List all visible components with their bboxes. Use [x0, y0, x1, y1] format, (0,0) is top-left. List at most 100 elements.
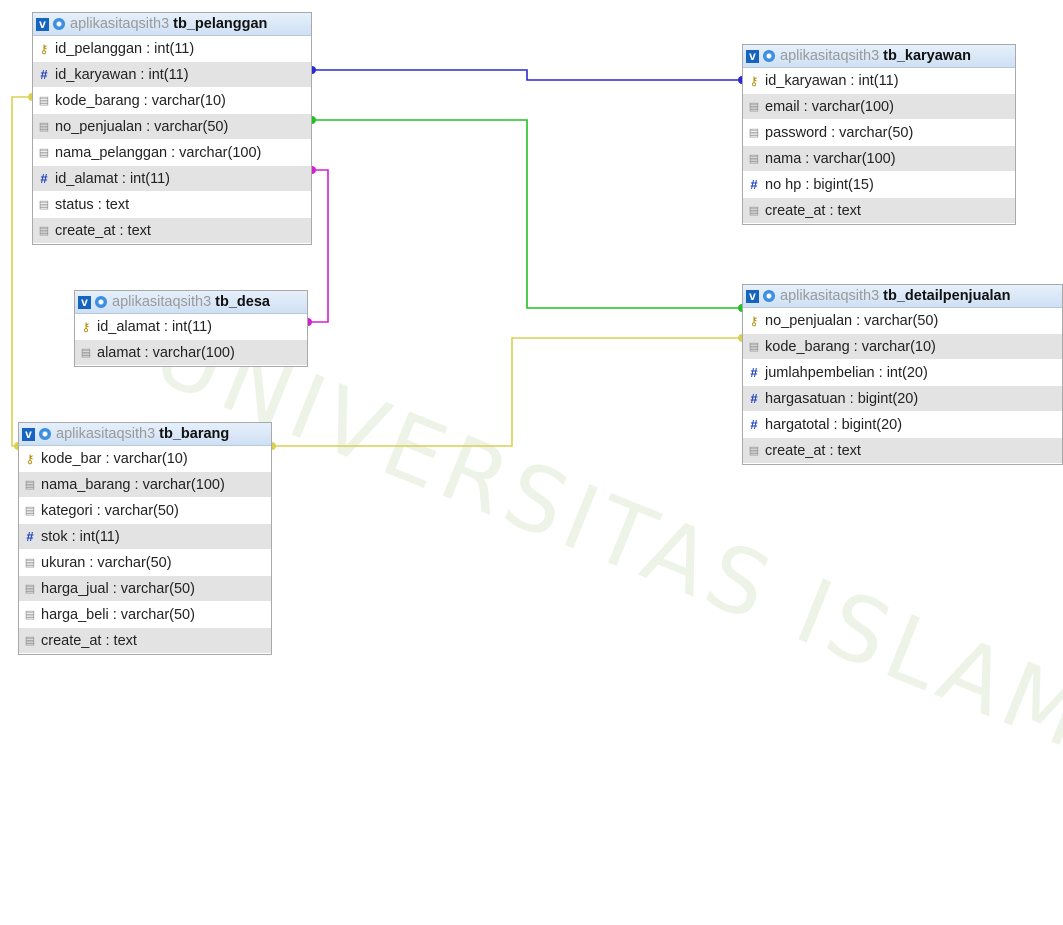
field-label: nama_barang : varchar(100) [41, 476, 225, 493]
collapse-toggle-icon[interactable]: v [22, 427, 35, 441]
text-field-icon: ▤ [38, 225, 50, 237]
table-name: tb_pelanggan [173, 16, 268, 32]
field-label: id_karyawan : int(11) [55, 66, 189, 83]
gear-icon[interactable] [95, 296, 107, 308]
field-label: id_alamat : int(11) [55, 170, 170, 187]
numeric-field-icon: # [750, 417, 758, 432]
field-label: harga_jual : varchar(50) [41, 580, 195, 597]
field-row[interactable]: ⚷ id_alamat : int(11) [75, 314, 307, 340]
field-row[interactable]: ▤ create_at : text [33, 218, 311, 244]
gear-icon[interactable] [53, 18, 65, 30]
field-row[interactable]: ▤ kode_barang : varchar(10) [743, 334, 1062, 360]
table-tb-detailpenjualan[interactable]: v aplikasitaqsith3 tb_detailpenjualan ⚷ no_p… [742, 284, 1063, 465]
field-row[interactable]: ▤ harga_beli : varchar(50) [19, 602, 271, 628]
collapse-toggle-icon[interactable]: v [36, 17, 49, 31]
text-field-icon: ▤ [748, 153, 760, 165]
gear-icon[interactable] [39, 428, 51, 440]
field-row[interactable]: ⚷ id_karyawan : int(11) [743, 68, 1015, 94]
database-name: aplikasitaqsith3 [780, 288, 880, 304]
field-label: hargatotal : bigint(20) [765, 416, 903, 433]
field-label: alamat : varchar(100) [97, 344, 235, 361]
field-label: ukuran : varchar(50) [41, 554, 172, 571]
numeric-field-icon: # [26, 529, 34, 544]
relation-line [312, 69, 742, 81]
field-label: nama_pelanggan : varchar(100) [55, 144, 262, 161]
table-tb-pelanggan[interactable]: v aplikasitaqsith3 tb_pelanggan ⚷ id_pelangg… [32, 12, 312, 245]
text-field-icon: ▤ [24, 505, 36, 517]
field-label: hargasatuan : bigint(20) [765, 390, 919, 407]
table-header[interactable]: v aplikasitaqsith3 tb_karyawan [743, 45, 1015, 68]
database-name: aplikasitaqsith3 [56, 426, 156, 442]
numeric-field-icon: # [40, 171, 48, 186]
primary-key-icon: ⚷ [749, 73, 759, 88]
table-header[interactable]: v aplikasitaqsith3 tb_desa [75, 291, 307, 314]
field-label: no_penjualan : varchar(50) [55, 118, 229, 135]
field-row[interactable]: ▤ status : text [33, 192, 311, 218]
relation-line [11, 96, 32, 447]
text-field-icon: ▤ [24, 557, 36, 569]
table-header[interactable]: v aplikasitaqsith3 tb_pelanggan [33, 13, 311, 36]
text-field-icon: ▤ [24, 479, 36, 491]
table-name: tb_detailpenjualan [883, 288, 1011, 304]
field-row[interactable]: ▤ create_at : text [743, 438, 1062, 464]
table-name: tb_desa [215, 294, 270, 310]
field-row[interactable]: ▤ nama_barang : varchar(100) [19, 472, 271, 498]
database-name: aplikasitaqsith3 [780, 48, 880, 64]
field-row[interactable]: ▤ kode_barang : varchar(10) [33, 88, 311, 114]
field-label: id_pelanggan : int(11) [55, 40, 195, 57]
relation-line [272, 337, 742, 447]
field-label: create_at : text [41, 632, 137, 649]
table-header[interactable]: v aplikasitaqsith3 tb_detailpenjualan [743, 285, 1062, 308]
field-row[interactable]: ▤ nama : varchar(100) [743, 146, 1015, 172]
field-label: status : text [55, 196, 130, 213]
field-row[interactable]: ▤ alamat : varchar(100) [75, 340, 307, 366]
field-row[interactable]: # jumlahpembelian : int(20) [743, 360, 1062, 386]
field-label: kode_barang : varchar(10) [765, 338, 936, 355]
text-field-icon: ▤ [748, 445, 760, 457]
field-row[interactable]: ▤ create_at : text [743, 198, 1015, 224]
text-field-icon: ▤ [24, 635, 36, 647]
field-row[interactable]: ⚷ no_penjualan : varchar(50) [743, 308, 1062, 334]
field-label: kategori : varchar(50) [41, 502, 179, 519]
field-row[interactable]: ▤ nama_pelanggan : varchar(100) [33, 140, 311, 166]
database-name: aplikasitaqsith3 [70, 16, 170, 32]
field-row[interactable]: # no hp : bigint(15) [743, 172, 1015, 198]
field-row[interactable]: # id_karyawan : int(11) [33, 62, 311, 88]
table-name: tb_karyawan [883, 48, 972, 64]
field-row[interactable]: # hargatotal : bigint(20) [743, 412, 1062, 438]
field-row[interactable]: # stok : int(11) [19, 524, 271, 550]
collapse-toggle-icon[interactable]: v [746, 289, 759, 303]
field-row[interactable]: ▤ email : varchar(100) [743, 94, 1015, 120]
numeric-field-icon: # [750, 177, 758, 192]
field-label: create_at : text [765, 442, 861, 459]
field-row[interactable]: # id_alamat : int(11) [33, 166, 311, 192]
field-row[interactable]: ▤ ukuran : varchar(50) [19, 550, 271, 576]
field-row[interactable]: ▤ no_penjualan : varchar(50) [33, 114, 311, 140]
field-row[interactable]: # hargasatuan : bigint(20) [743, 386, 1062, 412]
text-field-icon: ▤ [80, 347, 92, 359]
field-row[interactable]: ▤ create_at : text [19, 628, 271, 654]
gear-icon[interactable] [763, 50, 775, 62]
table-tb-barang[interactable]: v aplikasitaqsith3 tb_barang ⚷ kode_bar : va… [18, 422, 272, 655]
field-label: jumlahpembelian : int(20) [765, 364, 928, 381]
table-header[interactable]: v aplikasitaqsith3 tb_barang [19, 423, 271, 446]
field-label: create_at : text [55, 222, 151, 239]
collapse-toggle-icon[interactable]: v [746, 49, 759, 63]
field-row[interactable]: ▤ kategori : varchar(50) [19, 498, 271, 524]
field-row[interactable]: ⚷ id_pelanggan : int(11) [33, 36, 311, 62]
table-tb-karyawan[interactable]: v aplikasitaqsith3 tb_karyawan ⚷ id_karyawan… [742, 44, 1016, 225]
text-field-icon: ▤ [38, 121, 50, 133]
field-label: create_at : text [765, 202, 861, 219]
collapse-toggle-icon[interactable]: v [78, 295, 91, 309]
gear-icon[interactable] [763, 290, 775, 302]
field-row[interactable]: ▤ password : varchar(50) [743, 120, 1015, 146]
primary-key-icon: ⚷ [749, 313, 759, 328]
primary-key-icon: ⚷ [39, 41, 49, 56]
text-field-icon: ▤ [38, 95, 50, 107]
text-field-icon: ▤ [748, 341, 760, 353]
text-field-icon: ▤ [38, 199, 50, 211]
field-row[interactable]: ⚷ kode_bar : varchar(10) [19, 446, 271, 472]
text-field-icon: ▤ [748, 127, 760, 139]
table-tb-desa[interactable]: v aplikasitaqsith3 tb_desa ⚷ id_alamat : int… [74, 290, 308, 367]
field-row[interactable]: ▤ harga_jual : varchar(50) [19, 576, 271, 602]
